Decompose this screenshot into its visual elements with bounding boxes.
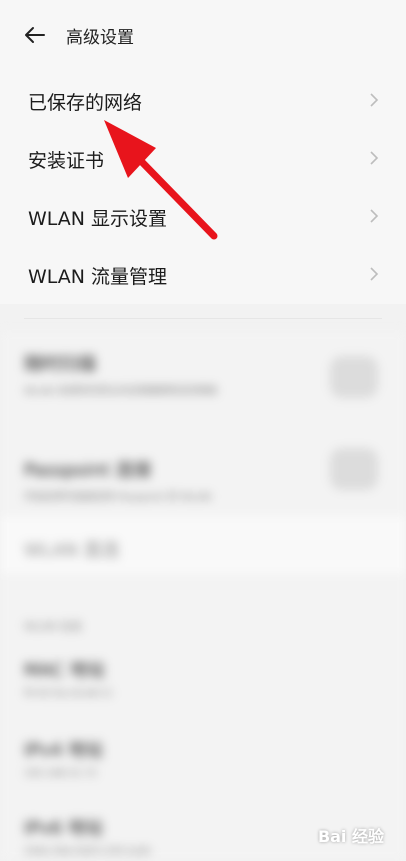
ipv4-address-item: IPv4 地址 192.168.31.72 [24,736,324,779]
header-bar: 高级设置 [0,0,406,72]
install-certificate-label: 安装证书 [28,150,105,172]
saved-networks-item[interactable]: 已保存的网络 [0,72,406,130]
back-arrow-icon[interactable] [22,22,48,48]
always-scan-item[interactable]: 随时扫描 WLAN 关闭时仍然允许应用搜索附近的网络 [24,350,324,397]
chevron-right-icon [370,151,379,165]
ipv4-address-value: 192.168.31.72 [24,768,98,779]
blurred-settings-section: 随时扫描 WLAN 关闭时仍然允许应用搜索附近的网络 Passpoint 连接 … [0,330,406,861]
always-scan-toggle[interactable] [330,356,378,398]
page-title: 高级设置 [66,28,134,48]
chevron-right-icon [370,267,379,281]
mac-address-title: MAC 地址 [24,660,106,681]
settings-list: 已保存的网络 安装证书 WLAN 显示设置 WLAN 流量管理 [0,72,406,304]
section-divider [24,318,382,319]
ipv6-address-value: 240e:39a:5d2f:c1f0:1a2b [24,846,151,857]
always-scan-subtitle: WLAN 关闭时仍然允许应用搜索附近的网络 [24,386,218,397]
passpoint-item[interactable]: Passpoint 连接 开启后将可连接支持 Passpoint 的 WLAN [24,456,324,503]
wlan-traffic-management-label: WLAN 流量管理 [28,266,168,288]
baidu-watermark: Bai 经验 [317,827,384,846]
wlan-traffic-management-item[interactable]: WLAN 流量管理 [0,246,406,304]
passpoint-toggle[interactable] [330,448,378,490]
wlan-info-section-label: WLAN 信息 [24,620,83,633]
chevron-right-icon [370,209,379,223]
install-certificate-item[interactable]: 安装证书 [0,130,406,188]
mac-address-value: f0:42:5a:c6:a8:11 [24,688,114,699]
ipv6-address-title: IPv6 地址 [24,818,104,839]
wlan-display-settings-item[interactable]: WLAN 显示设置 [0,188,406,246]
ipv4-address-title: IPv4 地址 [24,740,104,761]
passpoint-subtitle: 开启后将可连接支持 Passpoint 的 WLAN [24,492,212,503]
ipv6-address-item: IPv6 地址 240e:39a:5d2f:c1f0:1a2b [24,814,324,857]
always-scan-title: 随时扫描 [24,354,96,375]
chevron-right-icon [370,93,379,107]
saved-networks-label: 已保存的网络 [28,92,143,114]
wlan-display-settings-label: WLAN 显示设置 [28,208,168,230]
mac-address-item: MAC 地址 f0:42:5a:c6:a8:11 [24,656,324,699]
passpoint-title: Passpoint 连接 [24,460,152,481]
wlan-direct-row-bg [0,516,406,574]
